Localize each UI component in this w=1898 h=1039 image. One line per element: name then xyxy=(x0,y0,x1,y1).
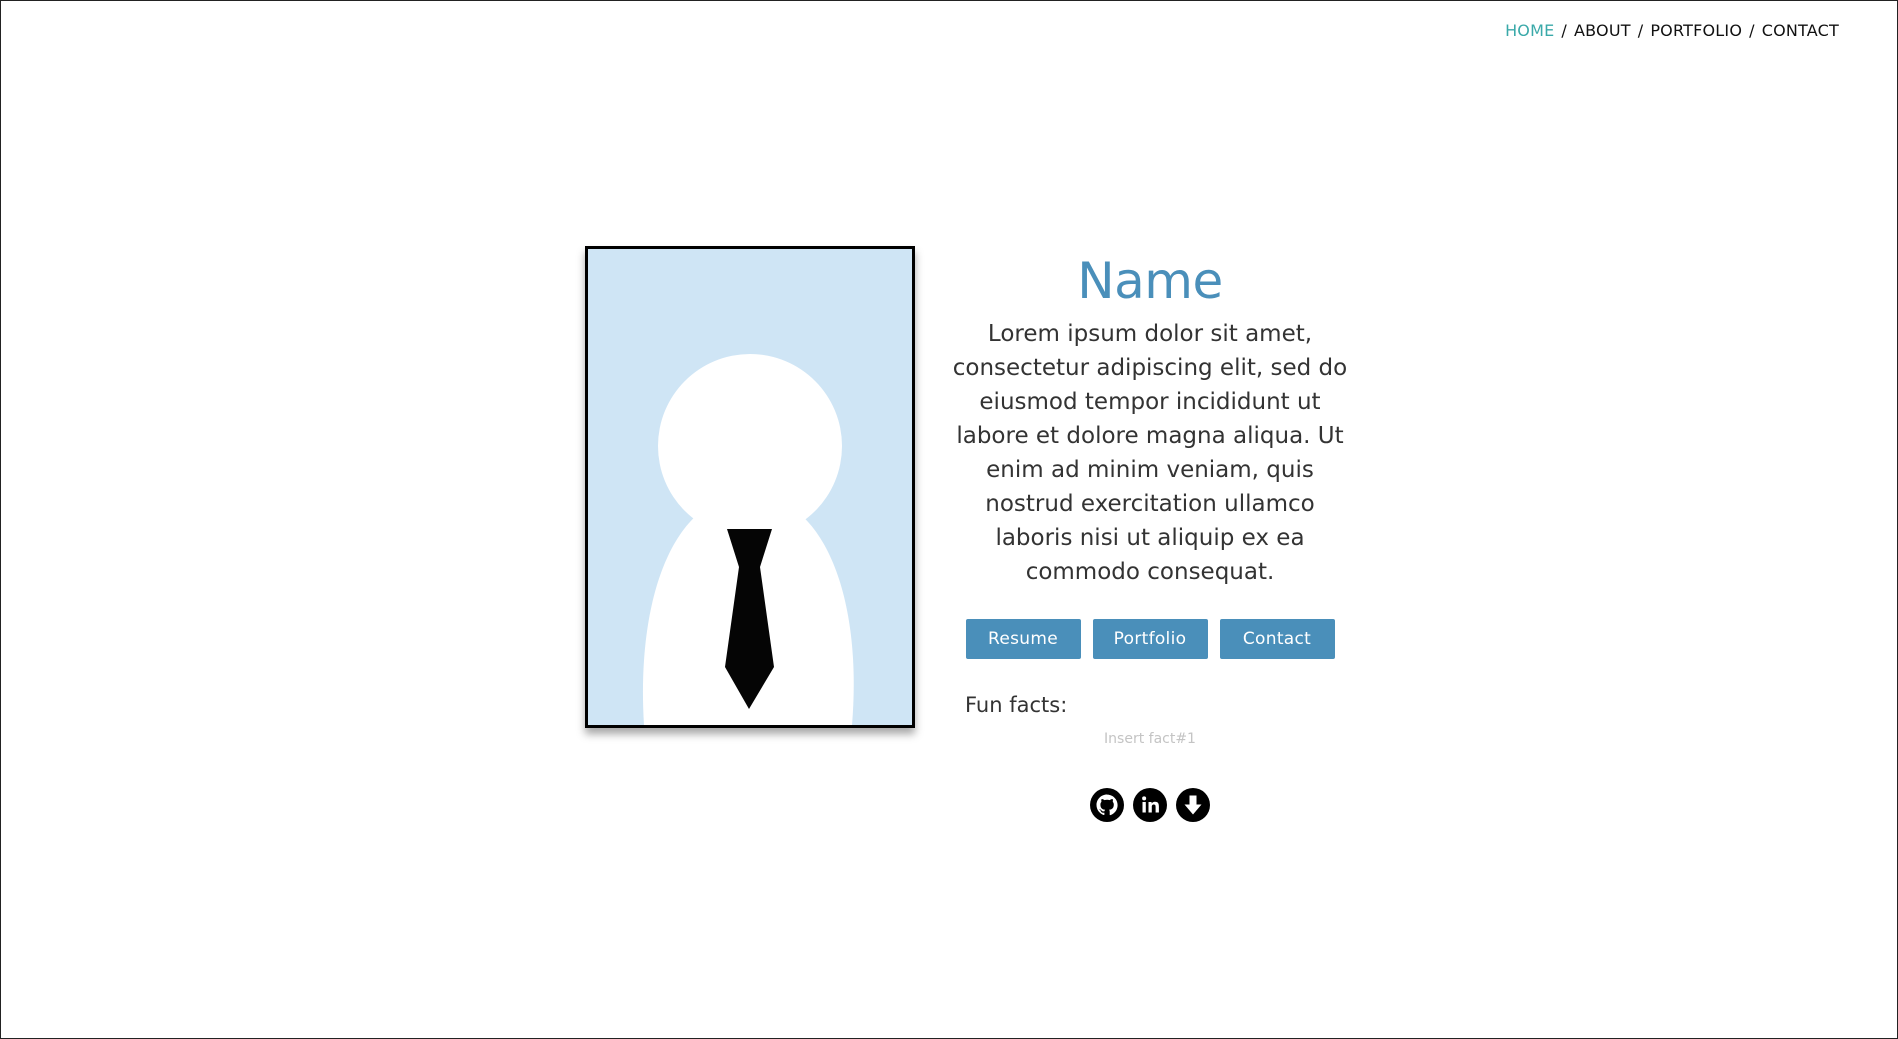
github-icon[interactable] xyxy=(1089,787,1125,823)
nav-contact[interactable]: CONTACT xyxy=(1762,21,1839,40)
page: HOME / ABOUT / PORTFOLIO / CONTACT Name Lorem … xyxy=(0,0,1898,1039)
profile-name: Name xyxy=(1077,252,1223,310)
profile-bio: Lorem ipsum dolor sit amet, consectetur … xyxy=(952,321,1348,585)
portfolio-button[interactable]: Portfolio xyxy=(1092,619,1208,659)
silhouette-head xyxy=(658,354,842,538)
top-nav: HOME / ABOUT / PORTFOLIO / CONTACT xyxy=(1505,21,1839,40)
nav-portfolio[interactable]: PORTFOLIO xyxy=(1650,21,1742,40)
profile-info: Name Lorem ipsum dolor sit amet, consect… xyxy=(947,247,1353,823)
action-buttons: Resume Portfolio Contact xyxy=(947,619,1353,659)
nav-about[interactable]: ABOUT xyxy=(1574,21,1631,40)
fun-facts-title: Fun facts: xyxy=(965,693,1068,717)
person-silhouette-icon xyxy=(588,249,912,725)
fun-fact-item: Insert fact#1 xyxy=(1104,731,1196,747)
resume-button[interactable]: Resume xyxy=(965,619,1081,659)
social-links xyxy=(947,787,1353,823)
download-icon[interactable] xyxy=(1175,787,1211,823)
nav-separator: / xyxy=(1561,21,1568,40)
nav-separator: / xyxy=(1637,21,1644,40)
linkedin-icon[interactable] xyxy=(1132,787,1168,823)
nav-separator: / xyxy=(1749,21,1755,40)
nav-home[interactable]: HOME xyxy=(1505,21,1554,40)
contact-button[interactable]: Contact xyxy=(1219,619,1335,659)
profile-portrait xyxy=(585,246,915,728)
